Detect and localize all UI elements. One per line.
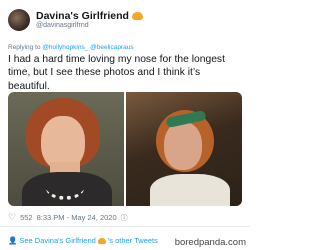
replying-to: Replying to @hollyhopkins_ @beelicapraus [8, 44, 134, 51]
user-handle[interactable]: @davinasgirlfrnd [36, 22, 143, 30]
info-icon[interactable]: ⓘ [121, 213, 128, 223]
person-icon: 👤 [8, 236, 18, 245]
reply-handles-link[interactable]: @hollyhopkins_ @beelicapraus [42, 44, 133, 51]
see-more-suffix[interactable]: 's other Tweets [108, 236, 158, 245]
tweet-text: I had a hard time loving my nose for the… [8, 54, 225, 92]
tweet-timestamp[interactable]: 8:33 PM - May 24, 2020 [37, 213, 117, 222]
divider [0, 226, 250, 227]
display-name-text[interactable]: Davina's Girlfriend [36, 10, 129, 22]
display-name[interactable]: Davina's Girlfriend [36, 10, 143, 22]
tweet-photo-left[interactable] [8, 92, 124, 206]
watermark: boredpanda.com [174, 237, 246, 248]
tweet-header: Davina's Girlfriend @davinasgirlfrnd [8, 9, 143, 31]
see-more-prefix[interactable]: See Davina's Girlfriend [19, 236, 95, 245]
yellow-heart-icon [131, 11, 143, 20]
tweet-photos [8, 92, 242, 206]
like-count: 552 [20, 213, 33, 222]
replying-to-prefix: Replying to [8, 44, 43, 51]
tweet-meta: ♡ 552 8:33 PM - May 24, 2020 ⓘ [8, 212, 128, 223]
yellow-heart-icon [97, 237, 106, 244]
tweet-photo-right[interactable] [126, 92, 242, 206]
photo-pearl-necklace [46, 176, 84, 200]
photo-shirt [150, 174, 230, 206]
heart-outline-icon[interactable]: ♡ [8, 212, 16, 223]
photo-face [164, 122, 202, 170]
see-other-tweets-link[interactable]: 👤 See Davina's Girlfriend 's other Tweet… [8, 236, 158, 245]
user-names: Davina's Girlfriend @davinasgirlfrnd [36, 10, 143, 30]
avatar[interactable] [8, 9, 30, 31]
